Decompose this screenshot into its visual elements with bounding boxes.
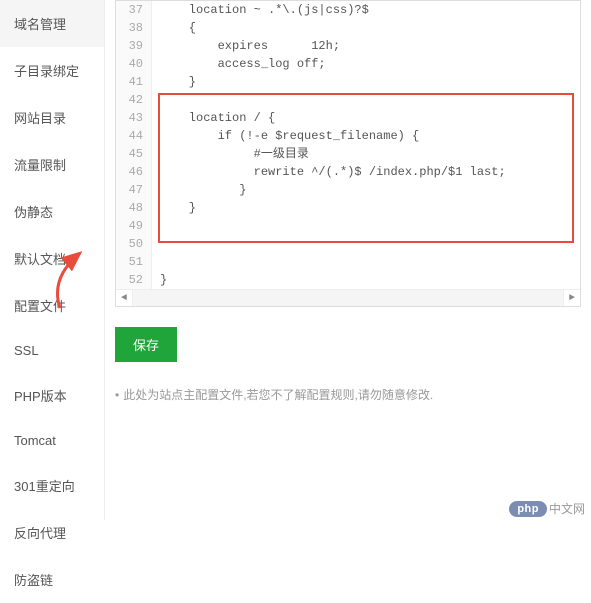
code-editor[interactable]: 37 location ~ .*\.(js|css)?$38 {39 expir… [115, 0, 581, 307]
sidebar-item-tomcat[interactable]: Tomcat [0, 419, 104, 462]
bullet-icon: • [115, 388, 119, 402]
sidebar-item-domain[interactable]: 域名管理 [0, 0, 104, 47]
code-line[interactable]: 48 } [116, 199, 580, 217]
line-number: 44 [116, 127, 152, 145]
sidebar-item-rewrite[interactable]: 伪静态 [0, 188, 104, 235]
code-scroll-area[interactable]: 37 location ~ .*\.(js|css)?$38 {39 expir… [116, 1, 580, 289]
sidebar-item-301[interactable]: 301重定向 [0, 462, 104, 509]
sidebar: 域名管理 子目录绑定 网站目录 流量限制 伪静态 默认文档 配置文件 SSL P… [0, 0, 105, 520]
line-number: 39 [116, 37, 152, 55]
code-text[interactable] [152, 253, 580, 271]
code-text[interactable]: location / { [152, 109, 580, 127]
code-text[interactable]: if (!-e $request_filename) { [152, 127, 580, 145]
code-line[interactable]: 45 #一级目录 [116, 145, 580, 163]
sidebar-item-default-doc[interactable]: 默认文档 [0, 235, 104, 282]
code-line[interactable]: 43 location / { [116, 109, 580, 127]
code-line[interactable]: 46 rewrite ^/(.*)$ /index.php/$1 last; [116, 163, 580, 181]
main-panel: 37 location ~ .*\.(js|css)?$38 {39 expir… [105, 0, 591, 520]
code-text[interactable]: { [152, 19, 580, 37]
code-text[interactable]: access_log off; [152, 55, 580, 73]
line-number: 43 [116, 109, 152, 127]
save-button[interactable]: 保存 [115, 327, 177, 362]
code-text[interactable] [152, 235, 580, 253]
code-line[interactable]: 38 { [116, 19, 580, 37]
line-number: 49 [116, 217, 152, 235]
sidebar-item-sitedir[interactable]: 网站目录 [0, 94, 104, 141]
code-line[interactable]: 37 location ~ .*\.(js|css)?$ [116, 1, 580, 19]
code-line[interactable]: 51 [116, 253, 580, 271]
code-line[interactable]: 50 [116, 235, 580, 253]
code-text[interactable]: } [152, 181, 580, 199]
line-number: 38 [116, 19, 152, 37]
line-number: 42 [116, 91, 152, 109]
php-badge-icon: php [509, 501, 547, 517]
sidebar-item-php-version[interactable]: PHP版本 [0, 372, 104, 419]
line-number: 37 [116, 1, 152, 19]
sidebar-item-reverse-proxy[interactable]: 反向代理 [0, 509, 104, 556]
code-line[interactable]: 42 [116, 91, 580, 109]
code-line[interactable]: 44 if (!-e $request_filename) { [116, 127, 580, 145]
sidebar-item-traffic[interactable]: 流量限制 [0, 141, 104, 188]
sidebar-item-config-file[interactable]: 配置文件 [0, 282, 104, 329]
line-number: 48 [116, 199, 152, 217]
code-text[interactable]: } [152, 73, 580, 91]
code-line[interactable]: 40 access_log off; [116, 55, 580, 73]
sidebar-item-subdir[interactable]: 子目录绑定 [0, 47, 104, 94]
scroll-right-icon[interactable]: ► [563, 290, 580, 306]
sidebar-item-ssl[interactable]: SSL [0, 329, 104, 372]
watermark-text: 中文网 [549, 500, 585, 517]
code-line[interactable]: 39 expires 12h; [116, 37, 580, 55]
code-text[interactable]: expires 12h; [152, 37, 580, 55]
line-number: 50 [116, 235, 152, 253]
code-line[interactable]: 49 [116, 217, 580, 235]
code-text[interactable]: } [152, 199, 580, 217]
code-text[interactable]: } [152, 271, 580, 289]
line-number: 52 [116, 271, 152, 289]
code-text[interactable] [152, 217, 580, 235]
line-number: 45 [116, 145, 152, 163]
code-line[interactable]: 41 } [116, 73, 580, 91]
scroll-left-icon[interactable]: ◄ [116, 290, 133, 306]
code-text[interactable]: rewrite ^/(.*)$ /index.php/$1 last; [152, 163, 580, 181]
sidebar-item-hotlink[interactable]: 防盗链 [0, 556, 104, 603]
horizontal-scrollbar[interactable]: ◄ ► [116, 289, 580, 306]
line-number: 47 [116, 181, 152, 199]
code-text[interactable]: #一级目录 [152, 145, 580, 163]
line-number: 46 [116, 163, 152, 181]
line-number: 51 [116, 253, 152, 271]
code-line[interactable]: 47 } [116, 181, 580, 199]
line-number: 41 [116, 73, 152, 91]
config-note: • 此处为站点主配置文件,若您不了解配置规则,请勿随意修改. [115, 386, 581, 403]
watermark: php 中文网 [509, 500, 585, 517]
code-line[interactable]: 52} [116, 271, 580, 289]
code-text[interactable] [152, 91, 580, 109]
code-text[interactable]: location ~ .*\.(js|css)?$ [152, 1, 580, 19]
note-text: 此处为站点主配置文件,若您不了解配置规则,请勿随意修改. [123, 386, 433, 403]
line-number: 40 [116, 55, 152, 73]
scrollbar-track[interactable] [133, 290, 563, 306]
